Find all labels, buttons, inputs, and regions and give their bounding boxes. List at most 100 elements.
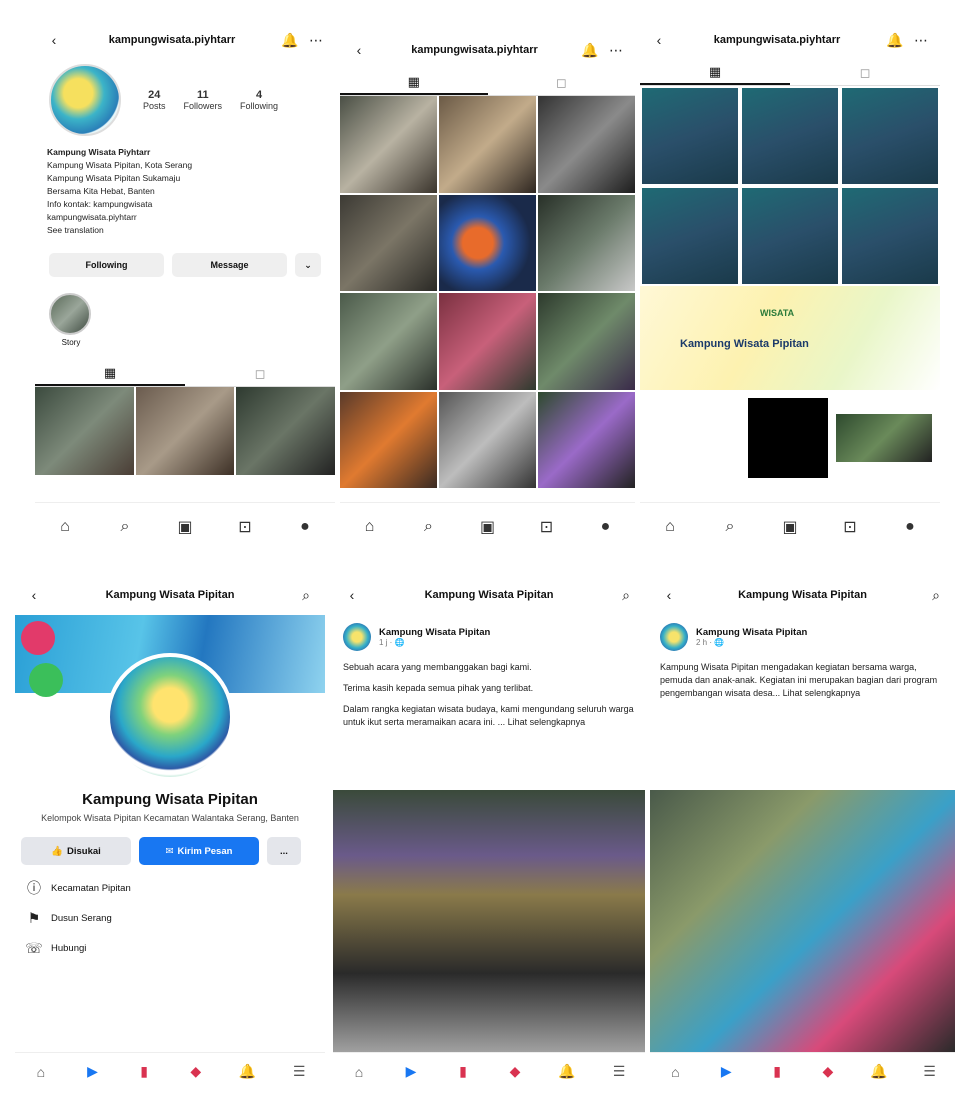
marketplace-icon[interactable]: ▮ bbox=[768, 1063, 786, 1081]
home-icon[interactable]: ⌂ bbox=[350, 1063, 368, 1081]
video-icon[interactable]: ▶ bbox=[402, 1063, 420, 1081]
video-icon[interactable]: ▶ bbox=[717, 1063, 735, 1081]
bio-link[interactable]: kampungwisata.piyhtarr bbox=[47, 211, 323, 224]
back-icon[interactable]: ‹ bbox=[350, 41, 368, 59]
grid-post[interactable] bbox=[439, 96, 536, 193]
grid-post[interactable] bbox=[236, 387, 335, 475]
menu-icon[interactable]: ☰ bbox=[290, 1063, 308, 1081]
marketplace-icon[interactable]: ▮ bbox=[135, 1063, 153, 1081]
grid-post[interactable] bbox=[538, 96, 635, 193]
grid-post[interactable] bbox=[836, 414, 932, 462]
grid-post[interactable] bbox=[35, 387, 134, 475]
grid-post[interactable] bbox=[742, 88, 838, 184]
reels-icon[interactable]: ▣ bbox=[176, 518, 194, 536]
profile-picture[interactable] bbox=[106, 653, 234, 781]
bell-icon[interactable]: 🔔 bbox=[886, 31, 904, 49]
post-paragraph[interactable]: Dalam rangka kegiatan wisata budaya, kam… bbox=[343, 703, 635, 729]
more-icon[interactable]: ⋯ bbox=[912, 31, 930, 49]
back-icon[interactable]: ‹ bbox=[343, 586, 361, 604]
banner-post[interactable]: WISATA Kampung Wisata Pipitan bbox=[640, 286, 940, 390]
stat-followers[interactable]: 11 Followers bbox=[184, 89, 223, 111]
home-icon[interactable]: ⌂ bbox=[32, 1063, 50, 1081]
grid-post[interactable] bbox=[135, 387, 235, 475]
shop-icon[interactable]: ⊡ bbox=[236, 518, 254, 536]
post-image[interactable] bbox=[650, 790, 955, 1052]
search-icon[interactable]: ⌕ bbox=[297, 586, 315, 604]
reels-icon[interactable]: ▣ bbox=[781, 518, 799, 536]
following-button[interactable]: Following bbox=[49, 253, 164, 277]
grid-post[interactable] bbox=[742, 188, 838, 284]
grid-post[interactable] bbox=[842, 188, 938, 284]
home-icon[interactable]: ⌂ bbox=[666, 1063, 684, 1081]
notifications-icon[interactable]: ◆ bbox=[506, 1063, 524, 1081]
video-icon[interactable]: ▶ bbox=[83, 1063, 101, 1081]
search-icon[interactable]: ⌕ bbox=[420, 518, 438, 536]
grid-post[interactable] bbox=[340, 96, 437, 193]
tab-grid[interactable]: ▦ bbox=[640, 60, 790, 85]
search-icon[interactable]: ⌕ bbox=[617, 586, 635, 604]
notifications-icon[interactable]: ◆ bbox=[819, 1063, 837, 1081]
grid-post[interactable] bbox=[439, 194, 536, 291]
back-icon[interactable]: ‹ bbox=[25, 586, 43, 604]
see-translation-link[interactable]: See translation bbox=[47, 224, 323, 237]
grid-post[interactable] bbox=[642, 188, 738, 284]
story-highlight[interactable]: Story bbox=[49, 293, 93, 347]
shop-icon[interactable]: ⊡ bbox=[538, 518, 556, 536]
tab-tagged[interactable]: ◻ bbox=[488, 70, 636, 95]
home-icon[interactable]: ⌂ bbox=[56, 518, 74, 536]
info-row[interactable]: ☏ Hubungi bbox=[15, 933, 325, 963]
marketplace-icon[interactable]: ▮ bbox=[454, 1063, 472, 1081]
search-icon[interactable]: ⌕ bbox=[927, 586, 945, 604]
tab-tagged[interactable]: ◻ bbox=[185, 361, 335, 386]
grid-post[interactable] bbox=[439, 391, 536, 488]
shop-icon[interactable]: ⊡ bbox=[841, 518, 859, 536]
bell-icon[interactable]: 🔔 bbox=[870, 1063, 888, 1081]
post-image[interactable] bbox=[333, 790, 645, 1052]
grid-post[interactable] bbox=[340, 391, 437, 488]
stat-posts[interactable]: 24 Posts bbox=[143, 89, 166, 111]
more-button[interactable]: ... bbox=[267, 837, 301, 865]
suggested-button[interactable]: ⌄ bbox=[295, 253, 321, 277]
avatar[interactable] bbox=[49, 64, 121, 136]
grid-post[interactable] bbox=[439, 293, 536, 390]
stat-following[interactable]: 4 Following bbox=[240, 89, 278, 111]
grid-post[interactable] bbox=[340, 194, 437, 291]
search-icon[interactable]: ⌕ bbox=[721, 518, 739, 536]
message-button[interactable]: ✉ Kirim Pesan bbox=[139, 837, 259, 865]
bell-icon[interactable]: 🔔 bbox=[558, 1063, 576, 1081]
bell-icon[interactable]: 🔔 bbox=[281, 31, 299, 49]
menu-icon[interactable]: ☰ bbox=[610, 1063, 628, 1081]
like-button[interactable]: 👍 Disukai bbox=[21, 837, 131, 865]
tab-grid[interactable]: ▦ bbox=[340, 70, 488, 95]
tab-grid[interactable]: ▦ bbox=[35, 361, 185, 386]
profile-icon[interactable]: ● bbox=[296, 518, 314, 536]
grid-post[interactable] bbox=[538, 391, 635, 488]
notifications-icon[interactable]: ◆ bbox=[187, 1063, 205, 1081]
info-row[interactable]: ⚑ Dusun Serang bbox=[15, 903, 325, 933]
post-paragraph[interactable]: Kampung Wisata Pipitan mengadakan kegiat… bbox=[660, 661, 945, 700]
menu-icon[interactable]: ☰ bbox=[921, 1063, 939, 1081]
home-icon[interactable]: ⌂ bbox=[361, 518, 379, 536]
grid-post[interactable] bbox=[538, 194, 635, 291]
bell-icon[interactable]: 🔔 bbox=[238, 1063, 256, 1081]
bell-icon[interactable]: 🔔 bbox=[581, 41, 599, 59]
more-icon[interactable]: ⋯ bbox=[607, 41, 625, 59]
back-icon[interactable]: ‹ bbox=[45, 31, 63, 49]
avatar[interactable] bbox=[660, 623, 688, 651]
grid-post[interactable] bbox=[748, 398, 828, 478]
grid-post[interactable] bbox=[538, 293, 635, 390]
home-icon[interactable]: ⌂ bbox=[661, 518, 679, 536]
tab-tagged[interactable]: ◻ bbox=[790, 60, 940, 85]
avatar[interactable] bbox=[343, 623, 371, 651]
back-icon[interactable]: ‹ bbox=[660, 586, 678, 604]
profile-icon[interactable]: ● bbox=[597, 518, 615, 536]
grid-post[interactable] bbox=[340, 293, 437, 390]
post-author[interactable]: Kampung Wisata Pipitan bbox=[379, 627, 490, 638]
reels-icon[interactable]: ▣ bbox=[479, 518, 497, 536]
message-button[interactable]: Message bbox=[172, 253, 287, 277]
search-icon[interactable]: ⌕ bbox=[116, 518, 134, 536]
info-row[interactable]: ⓘ Kecamatan Pipitan bbox=[15, 873, 325, 903]
post-author[interactable]: Kampung Wisata Pipitan bbox=[696, 627, 807, 638]
more-icon[interactable]: ⋯ bbox=[307, 31, 325, 49]
grid-post[interactable] bbox=[642, 88, 738, 184]
